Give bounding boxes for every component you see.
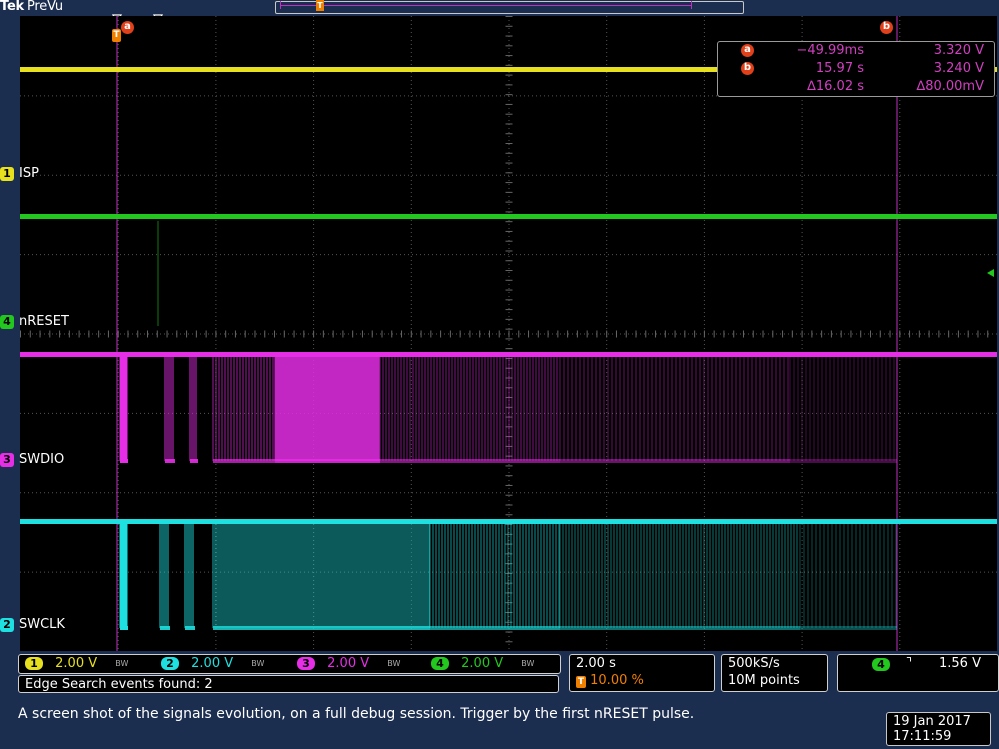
waveform-canvas	[20, 16, 997, 651]
cursor-a-icon: a	[741, 44, 754, 57]
brand-logo: Tek PreVu	[0, 0, 63, 14]
cursor-delta-readout: ∆16.02 s ∆80.00mV	[807, 79, 984, 94]
channel-label-ch1[interactable]: 1 ISP	[0, 166, 39, 181]
record-overview-bar[interactable]	[275, 1, 744, 14]
caption-text: A screen shot of the signals evolution, …	[18, 706, 695, 722]
ch1-scale[interactable]: 1 2.00 V BW	[25, 656, 128, 671]
waveform-display[interactable]	[20, 16, 997, 651]
ch3-trace	[20, 352, 997, 463]
ch4-trace	[20, 214, 997, 219]
ch4-scale[interactable]: 4 2.00 V BW	[431, 656, 534, 671]
date-time: 19 Jan 2017 17:11:59	[886, 712, 991, 746]
vertical-settings-bar[interactable]: 1 2.00 V BW 2 2.00 V BW 3 2.00 V BW 4 2.…	[18, 654, 561, 674]
top-bar: Tek PreVu T	[0, 0, 999, 24]
channel-label-ch3[interactable]: 3 SWDIO	[0, 452, 64, 467]
time-scale: 2.00 s	[576, 656, 616, 671]
ch2-trace	[20, 519, 997, 630]
channel-label-ch2[interactable]: 2 SWCLK	[0, 617, 65, 632]
record-view-window[interactable]	[280, 1, 692, 9]
search-status: Edge Search events found: 2	[18, 675, 559, 693]
cursor-a-readout: a −49.99ms 3.320 V	[718, 43, 994, 60]
trigger-icon: T	[576, 676, 586, 688]
cursor-readout-panel: a −49.99ms 3.320 V b 15.97 s 3.240 V ∆16…	[717, 41, 995, 97]
cursor-b-readout: b 15.97 s 3.240 V	[718, 61, 994, 78]
cursor-b-icon: b	[741, 62, 754, 75]
acquisition-settings[interactable]: 500kS/s 10M points	[721, 654, 828, 692]
ch2-scale[interactable]: 2 2.00 V BW	[161, 656, 264, 671]
trigger-level: 1.56 V	[939, 656, 981, 671]
horizontal-settings[interactable]: 2.00 s T 10.00 %	[569, 654, 715, 692]
cursor-a-marker[interactable]: a	[121, 21, 134, 34]
trigger-position: T 10.00 %	[576, 673, 644, 688]
trigger-marker-icon: T	[112, 29, 121, 42]
ch3-scale[interactable]: 3 2.00 V BW	[297, 656, 400, 671]
trigger-slope-icon: ⌝	[906, 656, 913, 671]
trigger-source: 4	[872, 658, 890, 671]
trigger-settings[interactable]: 4 ⌝ 1.56 V	[837, 654, 999, 692]
cursor-b-marker[interactable]: b	[880, 21, 893, 34]
trigger-position-icon: T	[316, 0, 324, 11]
channel-label-ch4[interactable]: 4 nRESET	[0, 314, 69, 329]
trigger-level-arrow-icon	[987, 269, 994, 277]
